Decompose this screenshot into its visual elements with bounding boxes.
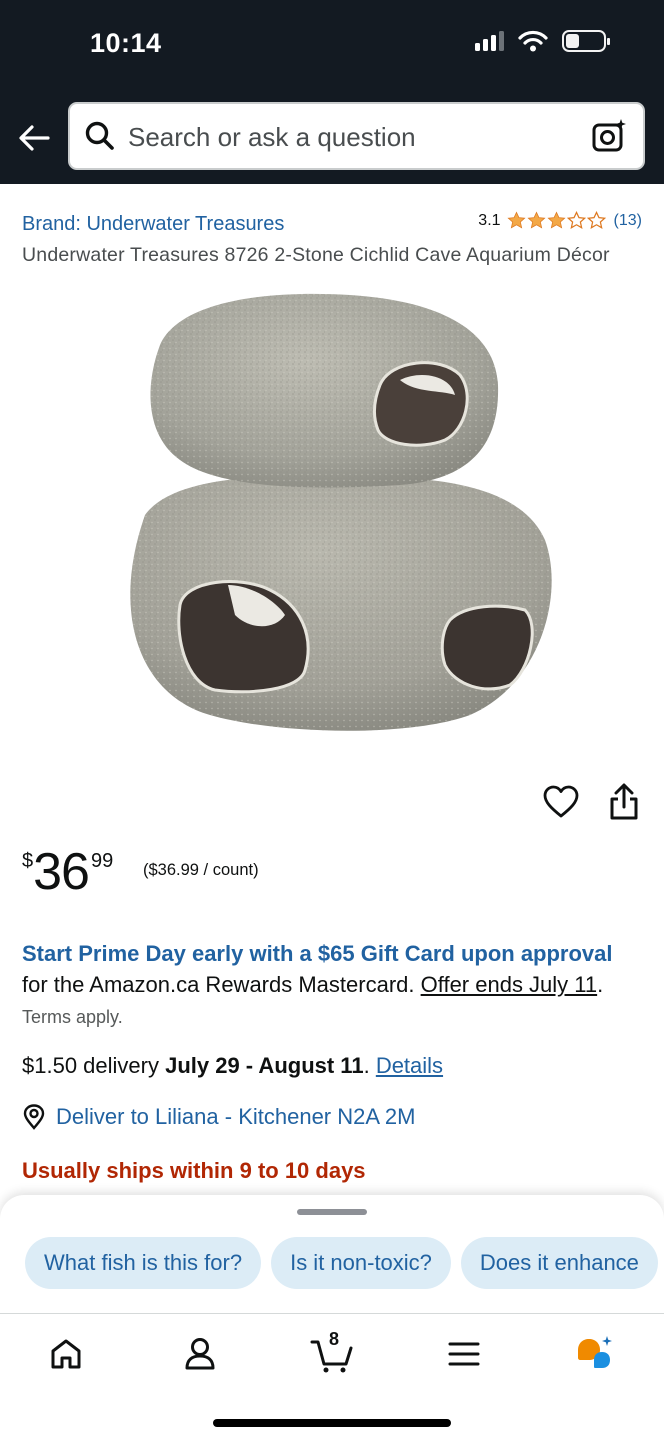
star-full-icon <box>526 211 546 229</box>
price: $ 36 99 <box>22 842 113 902</box>
star-empty-icon <box>566 211 586 229</box>
share-icon[interactable] <box>608 783 640 821</box>
home-indicator <box>213 1419 451 1427</box>
product-image[interactable] <box>100 285 565 745</box>
status-icons <box>475 30 610 52</box>
camera-icon[interactable] <box>591 118 627 154</box>
suggestion-chips: What fish is this for? Is it non-toxic? … <box>25 1237 658 1289</box>
product-title: Underwater Treasures 8726 2-Stone Cichli… <box>22 244 610 266</box>
search-bar[interactable]: Search or ask a question <box>68 102 645 170</box>
delivery-dates: July 29 - August 11 <box>165 1053 364 1078</box>
deliver-to-row[interactable]: Deliver to Liliana - Kitchener N2A 2M <box>22 1104 416 1130</box>
suggestion-chip[interactable]: What fish is this for? <box>25 1237 262 1289</box>
suggestion-chip[interactable]: Does it enhance <box>460 1237 658 1289</box>
sheet-drag-handle[interactable] <box>297 1209 367 1215</box>
promo-text: for the Amazon.ca Rewards Mastercard. <box>22 972 421 997</box>
account-icon[interactable] <box>180 1334 220 1374</box>
suggestions-sheet: What fish is this for? Is it non-toxic? … <box>0 1195 664 1313</box>
wifi-icon <box>518 30 548 52</box>
signal-icon <box>475 31 504 51</box>
rating-summary[interactable]: 3.1 (13) <box>478 211 642 230</box>
promo-terms: Terms apply. <box>22 1007 123 1027</box>
top-header: 10:14 Search or ask a question <box>0 0 664 184</box>
back-arrow-icon[interactable] <box>16 118 54 158</box>
delivery-prefix: $1.50 delivery <box>22 1053 166 1078</box>
delivery-info: $1.50 delivery July 29 - August 11. Deta… <box>22 1053 443 1079</box>
price-whole: 36 <box>33 843 90 901</box>
suggestion-chip[interactable]: Is it non-toxic? <box>271 1237 451 1289</box>
promo-period: . <box>597 972 604 997</box>
price-per-unit: ($36.99 / count) <box>143 861 259 879</box>
promo-link[interactable]: Start Prime Day early with a $65 Gift Ca… <box>22 941 613 966</box>
star-full-icon <box>506 211 526 229</box>
heart-icon[interactable] <box>543 785 579 819</box>
search-input[interactable]: Search or ask a question <box>128 122 416 153</box>
delivery-period: . <box>363 1053 376 1078</box>
promo-message: Start Prime Day early with a $65 Gift Ca… <box>22 938 642 1033</box>
rating-value: 3.1 <box>478 211 501 229</box>
battery-icon <box>562 30 610 52</box>
star-empty-icon <box>586 211 606 229</box>
cart-count-badge: 8 <box>329 1329 340 1349</box>
star-rating <box>506 211 606 230</box>
price-fraction: 99 <box>90 850 114 872</box>
price-symbol: $ <box>22 850 34 872</box>
rufus-icon[interactable] <box>574 1334 614 1374</box>
shipping-notice: Usually ships within 9 to 10 days <box>22 1158 366 1183</box>
home-icon[interactable] <box>46 1334 86 1374</box>
star-full-icon <box>546 211 566 229</box>
offer-ends-link[interactable]: Offer ends July 11 <box>421 972 598 997</box>
rating-count[interactable]: (13) <box>614 212 642 230</box>
deliver-to-text[interactable]: Deliver to Liliana - Kitchener N2A 2M <box>56 1104 416 1130</box>
location-icon <box>23 1104 45 1130</box>
brand-link[interactable]: Brand: Underwater Treasures <box>22 213 284 236</box>
menu-icon[interactable] <box>444 1334 484 1374</box>
search-icon <box>85 121 114 150</box>
status-time: 10:14 <box>90 28 162 58</box>
delivery-details-link[interactable]: Details <box>376 1053 443 1078</box>
